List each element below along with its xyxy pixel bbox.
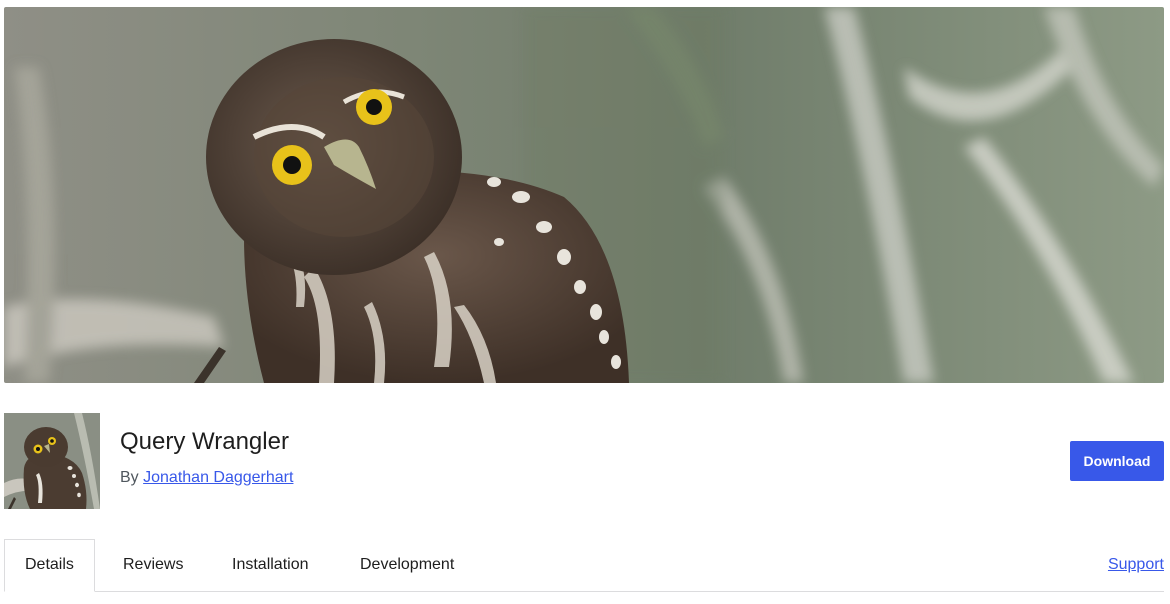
plugin-tabs: Details Reviews Installation Development…	[4, 539, 1164, 592]
plugin-header: Query Wrangler By Jonathan Daggerhart Do…	[4, 413, 1164, 509]
tab-installation[interactable]: Installation	[232, 539, 309, 591]
plugin-byline: By Jonathan Daggerhart	[120, 467, 293, 489]
tab-details[interactable]: Details	[4, 539, 95, 592]
plugin-icon	[4, 413, 100, 509]
plugin-page: Query Wrangler By Jonathan Daggerhart Do…	[0, 0, 1170, 604]
tab-reviews[interactable]: Reviews	[123, 539, 183, 591]
byline-prefix: By	[120, 469, 139, 486]
tab-development[interactable]: Development	[360, 539, 454, 591]
support-link[interactable]: Support	[1108, 539, 1164, 591]
author-link[interactable]: Jonathan Daggerhart	[143, 469, 293, 486]
plugin-banner-image	[4, 7, 1164, 383]
download-button[interactable]: Download	[1070, 441, 1164, 481]
plugin-title: Query Wrangler	[120, 428, 289, 455]
